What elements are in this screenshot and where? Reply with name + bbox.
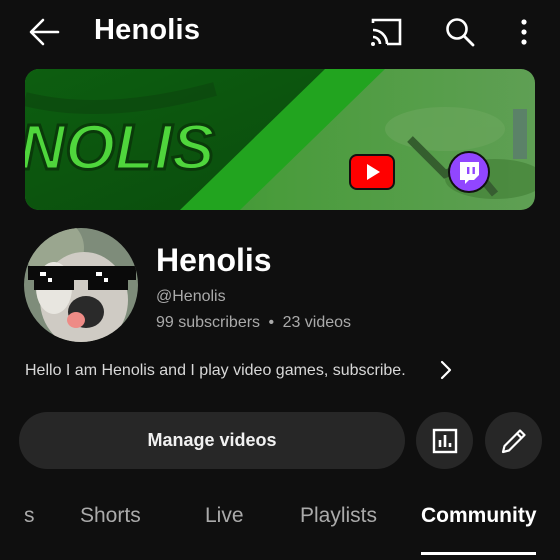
avatar[interactable]: [24, 228, 138, 342]
channel-stats: 99 subscribers • 23 videos: [156, 314, 351, 332]
youtube-logo: [349, 154, 395, 195]
channel-tabs: s Shorts Live Playlists Community: [0, 494, 560, 560]
search-button[interactable]: [438, 12, 482, 52]
top-app-bar: Henolis: [0, 0, 560, 66]
pencil-icon: [501, 428, 526, 453]
search-icon: [446, 18, 475, 47]
description-text: Hello I am Henolis and I play video game…: [25, 362, 406, 379]
video-count: 23 videos: [282, 314, 352, 331]
cast-icon: [371, 18, 402, 46]
chevron-right-icon: [440, 360, 452, 380]
tab-live[interactable]: Live: [205, 504, 244, 528]
analytics-button[interactable]: [416, 412, 473, 469]
edit-button[interactable]: [485, 412, 542, 469]
channel-handle: @Henolis: [156, 288, 226, 305]
back-button[interactable]: [22, 12, 66, 52]
twitch-logo: [448, 151, 490, 198]
arrow-left-icon: [29, 18, 60, 46]
active-tab-indicator: [421, 552, 536, 555]
tab-playlists[interactable]: Playlists: [300, 504, 377, 528]
tab-partial[interactable]: s: [24, 504, 35, 528]
manage-videos-button[interactable]: Manage videos: [19, 412, 405, 469]
more-options-button[interactable]: [508, 12, 540, 52]
channel-name: Henolis: [156, 242, 272, 278]
banner-text: NOLIS: [25, 111, 215, 183]
tab-shorts[interactable]: Shorts: [80, 504, 141, 528]
channel-description[interactable]: Hello I am Henolis and I play video game…: [25, 357, 465, 385]
analytics-icon: [432, 428, 457, 453]
more-vert-icon: [521, 19, 527, 45]
page-title: Henolis: [94, 14, 201, 46]
subscriber-count: 99 subscribers: [156, 314, 261, 331]
stats-separator: •: [268, 314, 275, 331]
tab-community[interactable]: Community: [421, 504, 537, 528]
cast-button[interactable]: [362, 12, 410, 52]
